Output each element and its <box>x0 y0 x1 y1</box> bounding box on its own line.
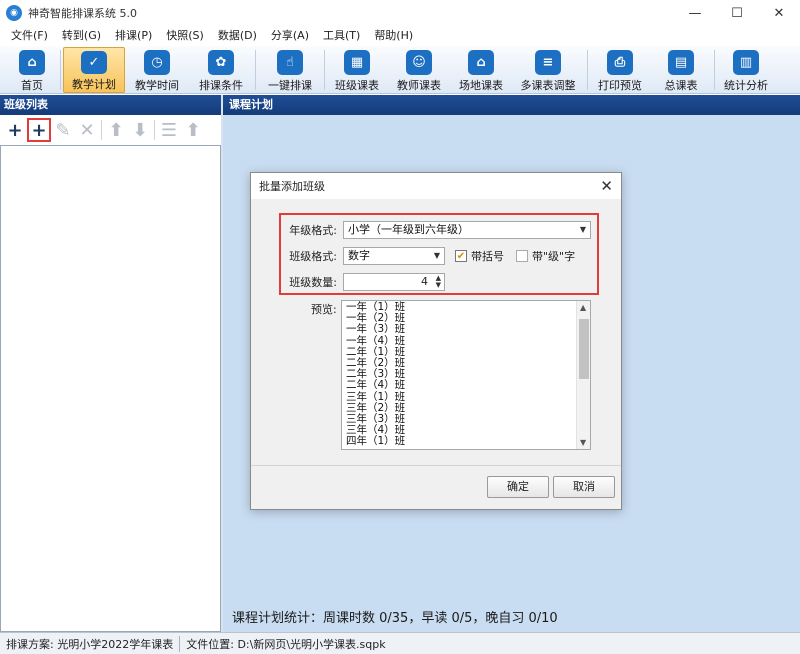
course-plan-stats: 课程计划统计：周课时数 0/35，早读 0/5，晚自习 0/10 <box>232 611 558 626</box>
preview-item: 一年（3）班 <box>346 323 406 336</box>
with-brackets-label: 带括号 <box>471 250 504 263</box>
arrow-down-icon: ⬇ <box>132 119 148 141</box>
plus-icon: + <box>7 119 23 141</box>
printer-icon: ⎙ <box>607 50 633 75</box>
class-format-label: 班级格式: <box>289 250 337 263</box>
format-settings-group: 年级格式: 小学（一年级到六年级） ▼ 班级格式: 数字 ▼ ✔ 带括号 带"级… <box>279 213 599 295</box>
preview-item: 二年（4）班 <box>346 379 406 392</box>
upgrade-button[interactable]: ⬆ <box>181 118 205 142</box>
chart-icon: ▥ <box>733 50 759 75</box>
grade-format-select[interactable]: 小学（一年级到六年级） ▼ <box>343 221 591 239</box>
maximize-button[interactable]: ☐ <box>716 0 758 26</box>
app-logo-icon: ◉ <box>6 5 22 21</box>
preview-item: 四年（1）班 <box>346 435 406 448</box>
menu-tools[interactable]: 工具(T) <box>316 26 367 46</box>
class-format-select[interactable]: 数字 ▼ <box>343 247 445 265</box>
scroll-up-icon[interactable]: ▲ <box>580 303 586 312</box>
menu-file[interactable]: 文件(F) <box>4 26 55 46</box>
home-icon: ⌂ <box>19 50 45 75</box>
scroll-down-icon[interactable]: ▼ <box>580 438 586 447</box>
select-list-button[interactable]: ☰ <box>157 118 181 142</box>
delete-class-button[interactable]: ✕ <box>75 118 99 142</box>
dropdown-arrow-icon: ▼ <box>579 225 586 234</box>
add-class-button[interactable]: + <box>3 118 27 142</box>
dialog-title: 批量添加班级 <box>259 180 325 193</box>
arrow-top-icon: ⬆ <box>185 119 201 141</box>
class-count-spinner[interactable]: 4 ▲ ▼ <box>343 273 445 291</box>
close-button[interactable]: ✕ <box>758 0 800 26</box>
move-down-button[interactable]: ⬇ <box>128 118 152 142</box>
preview-list-box[interactable]: 一年（1）班 一年（2）班 一年（3）班 一年（4）班 二年（1）班 二年（2）… <box>341 300 591 450</box>
move-up-button[interactable]: ⬆ <box>104 118 128 142</box>
class-list[interactable] <box>0 145 221 632</box>
cancel-button[interactable]: 取消 <box>553 476 615 498</box>
minimize-button[interactable]: — <box>674 0 716 26</box>
class-list-toolbar: + + ✎ ✕ ⬆ ⬇ ☰ ⬆ <box>0 115 221 145</box>
dialog-footer: 确定 取消 <box>251 465 621 509</box>
batch-add-class-dialog: 批量添加班级 ✕ 年级格式: 小学（一年级到六年级） ▼ 班级格式: 数字 ▼ … <box>250 172 622 510</box>
toolbar-master-schedule-button[interactable]: ▤ 总课表 <box>650 47 712 93</box>
ok-button[interactable]: 确定 <box>487 476 549 498</box>
toolbar-teacher-schedule-button[interactable]: ☺ 教师课表 <box>387 47 451 93</box>
teacher-schedule-icon: ☺ <box>406 50 432 75</box>
title-bar: ◉ 神奇智能排课系统 5.0 — ☐ ✕ <box>0 0 800 26</box>
file-location-value: D:\新网页\光明小学课表.sqpk <box>237 637 386 651</box>
menu-goto[interactable]: 转到(G) <box>55 26 108 46</box>
menu-schedule[interactable]: 排课(P) <box>108 26 159 46</box>
preview-label: 预览: <box>311 303 337 316</box>
dropdown-arrow-icon: ▼ <box>433 251 440 260</box>
class-schedule-icon: ▦ <box>344 50 370 75</box>
list-select-icon: ☰ <box>160 119 178 141</box>
toolbar-class-schedule-button[interactable]: ▦ 班级课表 <box>327 47 387 93</box>
status-bar: 排课方案: 光明小学2022学年课表 文件位置: D:\新网页\光明小学课表.s… <box>0 632 800 654</box>
venue-schedule-icon: ⌂ <box>468 50 494 75</box>
course-plan-header: 课程计划 <box>223 95 800 115</box>
file-location-label: 文件位置: <box>186 637 234 651</box>
menu-snapshot[interactable]: 快照(S) <box>159 26 211 46</box>
toolbar-auto-schedule-button[interactable]: ☝ 一键排课 <box>258 47 322 93</box>
preview-list: 一年（1）班 一年（2）班 一年（3）班 一年（4）班 二年（1）班 二年（2）… <box>342 301 590 449</box>
menu-data[interactable]: 数据(D) <box>211 26 264 46</box>
conditions-icon: ✿ <box>208 50 234 75</box>
main-toolbar: ⌂ 首页 ✓ 教学计划 ◷ 教学时间 ✿ 排课条件 ☝ 一键排课 ▦ 班级课表 … <box>0 46 800 94</box>
toolbar-print-preview-button[interactable]: ⎙ 打印预览 <box>590 47 650 93</box>
menu-bar: 文件(F) 转到(G) 排课(P) 快照(S) 数据(D) 分享(A) 工具(T… <box>0 26 800 46</box>
master-schedule-icon: ▤ <box>668 50 694 75</box>
class-list-header: 班级列表 <box>0 95 221 115</box>
multi-adjust-icon: ≡ <box>535 50 561 75</box>
spinner-arrows-icon[interactable]: ▲ ▼ <box>436 275 441 289</box>
dialog-title-bar: 批量添加班级 ✕ <box>251 173 621 199</box>
plus-batch-icon: + <box>31 119 47 141</box>
with-grade-char-label: 带"级"字 <box>532 250 576 263</box>
pencil-icon: ✎ <box>55 119 71 141</box>
toolbar-teaching-plan-button[interactable]: ✓ 教学计划 <box>63 47 125 93</box>
touch-icon: ☝ <box>277 50 303 75</box>
class-count-label: 班级数量: <box>289 276 337 289</box>
menu-share[interactable]: 分享(A) <box>264 26 316 46</box>
toolbar-statistics-button[interactable]: ▥ 统计分析 <box>717 47 775 93</box>
toolbar-home-button[interactable]: ⌂ 首页 <box>6 47 58 93</box>
toolbar-venue-schedule-button[interactable]: ⌂ 场地课表 <box>451 47 511 93</box>
clock-icon: ◷ <box>144 50 170 75</box>
scroll-thumb[interactable] <box>579 319 589 379</box>
grade-format-label: 年级格式: <box>289 224 337 237</box>
with-brackets-checkbox[interactable]: ✔ <box>455 250 467 262</box>
menu-help[interactable]: 帮助(H) <box>367 26 420 46</box>
toolbar-conditions-button[interactable]: ✿ 排课条件 <box>189 47 253 93</box>
edit-class-button[interactable]: ✎ <box>51 118 75 142</box>
window-title: 神奇智能排课系统 5.0 <box>28 7 137 20</box>
clipboard-icon: ✓ <box>81 51 107 74</box>
dialog-close-icon[interactable]: ✕ <box>600 177 613 195</box>
with-grade-char-checkbox[interactable] <box>516 250 528 262</box>
scheme-label: 排课方案: <box>6 637 54 651</box>
delete-x-icon: ✕ <box>79 119 95 141</box>
window-controls: — ☐ ✕ <box>674 0 800 26</box>
arrow-up-icon: ⬆ <box>108 119 124 141</box>
batch-add-class-button[interactable]: + <box>27 118 51 142</box>
scheme-value: 光明小学2022学年课表 <box>57 637 174 651</box>
preview-scrollbar[interactable]: ▲ ▼ <box>576 301 590 449</box>
toolbar-multi-adjust-button[interactable]: ≡ 多课表调整 <box>511 47 585 93</box>
toolbar-teaching-time-button[interactable]: ◷ 教学时间 <box>125 47 189 93</box>
